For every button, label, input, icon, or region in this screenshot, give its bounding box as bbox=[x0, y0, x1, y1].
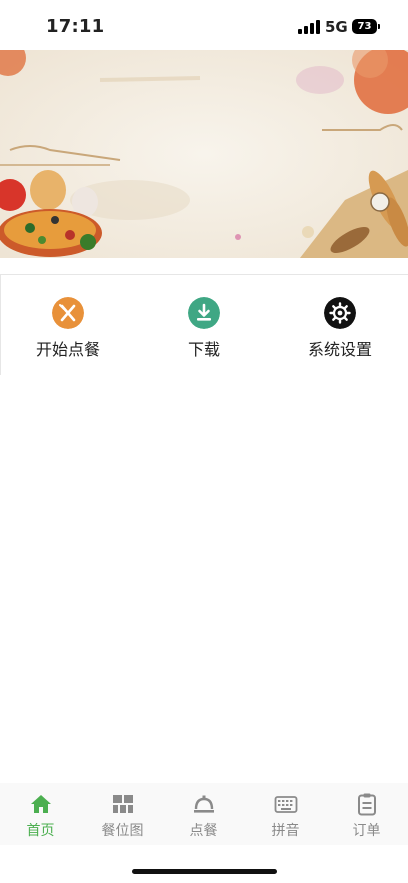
start-ordering-label: 开始点餐 bbox=[35, 340, 100, 359]
tab-pinyin[interactable]: 拼音 bbox=[245, 783, 326, 845]
start-ordering-button[interactable]: 开始点餐 bbox=[0, 275, 136, 375]
function-menu: 开始点餐 下载 系统设置 bbox=[0, 275, 408, 375]
tab-seat-map[interactable]: 餐位图 bbox=[82, 783, 163, 845]
gear-icon bbox=[324, 297, 356, 329]
system-settings-label: 系统设置 bbox=[307, 340, 372, 359]
status-bar: 17:11 5G 73 bbox=[0, 0, 408, 50]
download-icon bbox=[188, 297, 220, 329]
battery-icon: 73 bbox=[352, 19, 377, 34]
download-button[interactable]: 下载 bbox=[136, 275, 272, 375]
home-indicator bbox=[132, 869, 277, 874]
keyboard-icon bbox=[274, 796, 298, 813]
battery-tip bbox=[378, 24, 380, 29]
tab-order-label: 点餐 bbox=[189, 823, 218, 839]
tab-orders[interactable]: 订单 bbox=[326, 783, 407, 845]
tab-home-label: 首页 bbox=[26, 823, 55, 839]
tab-order[interactable]: 点餐 bbox=[163, 783, 244, 845]
home-icon bbox=[31, 795, 51, 813]
status-time: 17:11 bbox=[46, 16, 105, 37]
grid-icon bbox=[113, 795, 133, 813]
fork-knife-icon bbox=[52, 297, 84, 329]
tab-pinyin-label: 拼音 bbox=[271, 823, 300, 839]
system-settings-button[interactable]: 系统设置 bbox=[272, 275, 408, 375]
bottom-tab-bar: 首页 餐位图 点餐 拼音 订单 bbox=[0, 783, 408, 845]
tab-orders-label: 订单 bbox=[352, 823, 381, 839]
banner-image bbox=[0, 50, 408, 258]
cellular-signal-icon bbox=[298, 20, 320, 34]
network-type: 5G bbox=[325, 18, 348, 36]
clipboard-icon bbox=[358, 793, 376, 816]
service-bell-icon bbox=[194, 795, 214, 813]
tab-home[interactable]: 首页 bbox=[0, 783, 81, 845]
tab-seat-map-label: 餐位图 bbox=[101, 823, 144, 839]
download-label: 下载 bbox=[187, 340, 220, 359]
